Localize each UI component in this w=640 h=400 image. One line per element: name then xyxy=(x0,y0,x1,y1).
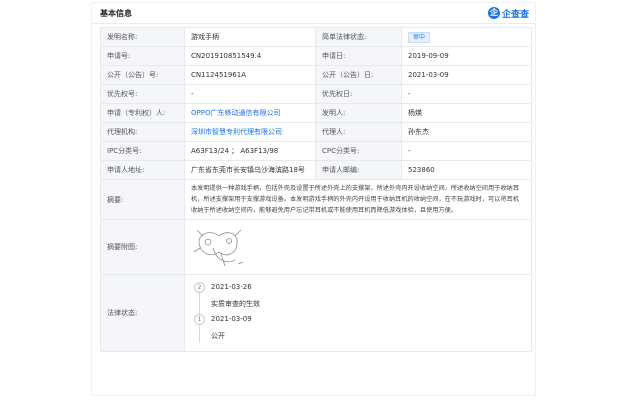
pub-date-value: 2021-03-09 xyxy=(401,65,532,85)
agency-label: 代理机构: xyxy=(100,122,185,142)
cpc-value: - xyxy=(401,141,532,161)
panel-header: 基本信息 企 企查查 xyxy=(92,3,535,24)
applicant-link[interactable]: OPPO广东移动通信有限公司 xyxy=(191,109,280,117)
agent-label: 代理人: xyxy=(315,122,402,142)
timeline-date: 2021-03-09 xyxy=(211,315,252,323)
table-row: 申请人地址: 广东省东莞市长安镇乌沙海滨路18号 申请人邮编: 523860 xyxy=(100,160,532,180)
timeline-date: 2021-03-26 xyxy=(211,283,252,291)
pub-no-value: CN112451961A xyxy=(184,65,316,85)
inventor-label: 发明人: xyxy=(315,103,402,123)
cpc-label: CPC分类号: xyxy=(315,141,402,161)
timeline-event: 实质审查的生效 xyxy=(211,300,260,308)
address-value: 广东省东莞市长安镇乌沙海滨路18号 xyxy=(184,160,316,180)
agency-cell: 深圳市智慧专利代理有限公司 xyxy=(184,122,316,142)
drawing-label: 摘要附图: xyxy=(100,219,185,275)
table-row: 法律状态: 2 2021-03-26 实质审查的生效 1 2021-03-09 … xyxy=(100,274,532,352)
app-no-value: CN201910851549.4 xyxy=(184,46,316,66)
qichacha-logo[interactable]: 企 企查查 xyxy=(488,6,529,20)
table-row: 摘要附图: xyxy=(100,219,532,275)
app-no-label: 申请号: xyxy=(100,46,185,66)
priority-date-value: - xyxy=(401,84,532,104)
agent-value: 孙东杰 xyxy=(401,122,532,142)
ipc-value: A63F13/24 ； A63F13/98 xyxy=(184,141,316,161)
priority-no-value: - xyxy=(184,84,316,104)
abstract-drawing-image[interactable] xyxy=(191,224,245,270)
table-row: 发明名称: 游戏手柄 简单法律状态: 审中 xyxy=(100,27,532,47)
pub-no-label: 公开（公告）号: xyxy=(100,65,185,85)
timeline-dot: 1 xyxy=(194,314,205,325)
priority-date-label: 优先权日: xyxy=(315,84,402,104)
postcode-label: 申请人邮编: xyxy=(315,160,402,180)
applicant-cell: OPPO广东移动通信有限公司 xyxy=(184,103,316,123)
legal-status-cell: 审中 xyxy=(401,27,532,47)
law-status-cell: 2 2021-03-26 实质审查的生效 1 2021-03-09 公开 xyxy=(184,274,532,352)
drawing-cell xyxy=(184,219,532,275)
table-row: 申请（专利权）人: OPPO广东移动通信有限公司 发明人: 杨煐 xyxy=(100,103,532,123)
table-row: 摘要: 本发明提供一种游戏手柄，包括外壳及设置于所述外壳上的支撑架，所述外壳内开… xyxy=(100,179,532,220)
agency-link[interactable]: 深圳市智慧专利代理有限公司 xyxy=(191,128,282,136)
ipc-label: IPC分类号: xyxy=(100,141,185,161)
status-badge: 审中 xyxy=(408,31,431,43)
table-row: IPC分类号: A63F13/24 ； A63F13/98 CPC分类号: - xyxy=(100,141,532,161)
logo-text: 企查查 xyxy=(502,9,530,20)
logo-icon: 企 xyxy=(488,7,500,19)
table-row: 公开（公告）号: CN112451961A 公开（公告）日: 2021-03-0… xyxy=(100,65,532,85)
law-timeline: 2 2021-03-26 实质审查的生效 1 2021-03-09 公开 xyxy=(191,276,525,351)
section-title: 基本信息 xyxy=(100,9,132,18)
table-row: 申请号: CN201910851549.4 申请日: 2019-09-09 xyxy=(100,46,532,66)
abstract-label: 摘要: xyxy=(100,179,185,220)
app-date-label: 申请日: xyxy=(315,46,402,66)
patent-info-table: 发明名称: 游戏手柄 简单法律状态: 审中 申请号: CN20191085154… xyxy=(100,27,532,352)
law-status-label: 法律状态: xyxy=(100,274,185,352)
app-date-value: 2019-09-09 xyxy=(401,46,532,66)
address-label: 申请人地址: xyxy=(100,160,185,180)
postcode-value: 523860 xyxy=(401,160,532,180)
timeline-event: 公开 xyxy=(211,332,225,340)
applicant-label: 申请（专利权）人: xyxy=(100,103,185,123)
pub-date-label: 公开（公告）日: xyxy=(315,65,402,85)
inventor-value: 杨煐 xyxy=(401,103,532,123)
table-row: 优先权号: - 优先权日: - xyxy=(100,84,532,104)
priority-no-label: 优先权号: xyxy=(100,84,185,104)
abstract-text: 本发明提供一种游戏手柄，包括外壳及设置于所述外壳上的支撑架，所述外壳内开设收纳空… xyxy=(184,179,532,220)
legal-status-label: 简单法律状态: xyxy=(315,27,402,47)
patent-info-panel: 基本信息 企 企查查 发明名称: 游戏手柄 简单法律状态: 审中 申请号: CN… xyxy=(91,2,536,396)
invention-name-value: 游戏手柄 xyxy=(184,27,316,47)
timeline-dot: 2 xyxy=(194,282,205,293)
invention-name-label: 发明名称: xyxy=(100,27,185,47)
table-row: 代理机构: 深圳市智慧专利代理有限公司 代理人: 孙东杰 xyxy=(100,122,532,142)
